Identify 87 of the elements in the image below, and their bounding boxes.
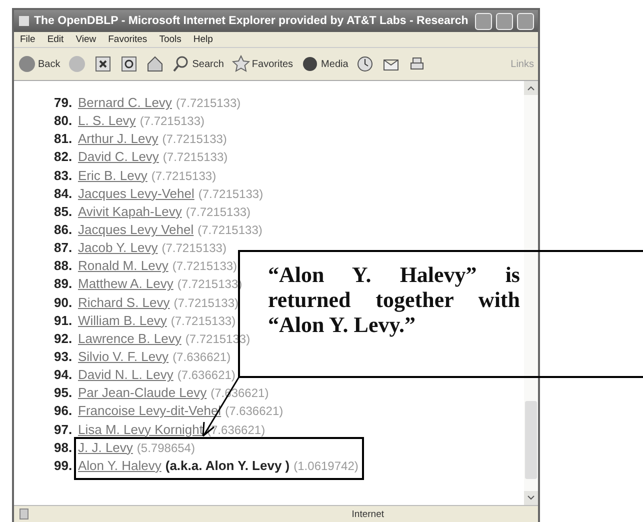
menu-item[interactable]: Favorites <box>108 34 148 45</box>
menu-item[interactable]: Edit <box>47 34 64 45</box>
score: (7.7215133) <box>162 241 226 256</box>
score: (5.798654) <box>136 440 195 455</box>
score: (7.636621) <box>177 368 236 382</box>
minimize-button[interactable] <box>475 12 492 30</box>
maximize-button[interactable] <box>496 12 513 30</box>
author-link[interactable]: Bernard C. Levy <box>78 95 172 110</box>
scroll-thumb[interactable] <box>525 401 537 479</box>
result-number: 93. <box>54 348 74 364</box>
toolbar-button[interactable]: Media <box>301 55 348 73</box>
links-button[interactable]: Links <box>510 58 534 70</box>
clock-icon[interactable] <box>356 55 374 73</box>
home-icon[interactable] <box>146 55 164 73</box>
result-number: 87. <box>54 240 74 256</box>
score: (1.0619742) <box>294 458 358 473</box>
result-number: 88. <box>54 258 74 274</box>
author-link[interactable]: Par Jean-Claude Levy <box>78 385 207 400</box>
page-icon <box>18 508 30 520</box>
result-number: 97. <box>54 422 74 437</box>
menu-item[interactable]: Tools <box>159 34 182 45</box>
menu-item[interactable]: Help <box>193 34 213 45</box>
author-link[interactable]: J. J. Levy <box>78 440 133 455</box>
search-icon <box>172 55 190 73</box>
result-number: 99. <box>54 458 74 473</box>
close-button[interactable] <box>517 12 534 30</box>
author-link[interactable]: Alon Y. Halevy <box>78 458 162 473</box>
star-icon <box>232 55 250 73</box>
score: (7.7215133) <box>198 186 264 201</box>
score: (7.7215133) <box>162 132 227 146</box>
toolbar-button[interactable]: Back <box>18 55 60 73</box>
result-number: 94. <box>54 367 74 382</box>
score: (7.636621) <box>172 350 231 364</box>
author-link[interactable]: Silvio V. F. Levy <box>78 348 169 364</box>
result-number: 81. <box>54 131 74 146</box>
result-number: 96. <box>54 403 74 418</box>
result-number: 89. <box>54 276 74 292</box>
author-link[interactable]: William B. Levy <box>78 312 167 328</box>
result-number: 90. <box>54 294 74 310</box>
author-link[interactable]: Jacob Y. Levy <box>78 240 158 256</box>
result-number: 91. <box>54 312 74 328</box>
toolbar-button[interactable]: Favorites <box>232 55 294 73</box>
page-icon <box>18 15 30 27</box>
result-number: 86. <box>54 222 74 237</box>
score: (7.7215133) <box>162 150 228 164</box>
result-number: 82. <box>54 149 74 164</box>
callout-text: “Alon Y. Halevy” is returned together with “Alon Y. Levy.” <box>268 262 520 337</box>
result-number: 83. <box>54 168 74 183</box>
author-link[interactable]: Ronald M. Levy <box>78 258 168 274</box>
result-number: 85. <box>54 204 74 219</box>
result-number: 98. <box>54 440 74 455</box>
scroll-up-icon[interactable] <box>524 81 538 95</box>
score: (7.7215133) <box>151 168 216 183</box>
author-link[interactable]: Richard S. Levy <box>78 294 170 310</box>
stop-icon[interactable] <box>94 55 112 73</box>
author-link[interactable]: David C. Levy <box>78 149 159 164</box>
author-link[interactable]: Jacques Levy-Vehel <box>78 186 194 201</box>
score: (7.7215133) <box>170 314 236 328</box>
security-zone: Internet <box>352 508 384 520</box>
result-number: 79. <box>54 95 74 110</box>
author-link[interactable]: Arthur J. Levy <box>78 131 158 146</box>
author-link[interactable]: David N. L. Levy <box>78 367 174 382</box>
author-link[interactable]: L. S. Levy <box>78 113 136 128</box>
score: (7.7215133) <box>174 296 238 310</box>
score: (7.7215133) <box>198 222 262 237</box>
score: (7.636621) <box>225 404 284 418</box>
author-link[interactable]: Eric B. Levy <box>78 168 148 183</box>
toolbar-button[interactable]: Search <box>172 55 224 73</box>
alias-note: (a.k.a. Alon Y. Levy ) <box>165 458 290 473</box>
result-number: 95. <box>54 385 74 400</box>
score: (7.7215133) <box>176 96 241 110</box>
window-title: The OpenDBLP - Microsoft Internet Explorer provided by AT&T Labs - Research <box>34 15 470 27</box>
refresh-icon[interactable] <box>120 55 138 73</box>
result-number: 80. <box>54 113 74 128</box>
author-link[interactable]: Avivit Kapah-Levy <box>78 204 182 219</box>
author-link[interactable]: Lawrence B. Levy <box>78 330 182 346</box>
score: (7.7215133) <box>186 204 251 219</box>
score: (7.7215133) <box>172 259 238 274</box>
menu-item[interactable]: File <box>20 34 36 45</box>
result-number: 92. <box>54 330 74 346</box>
score: (7.7215133) <box>140 114 205 128</box>
author-link[interactable]: Matthew A. Levy <box>78 276 174 292</box>
result-number: 84. <box>54 186 74 201</box>
author-link[interactable]: Jacques Levy Vehel <box>78 222 194 237</box>
scroll-down-icon[interactable] <box>524 491 538 505</box>
menu-item[interactable]: View <box>76 34 96 45</box>
author-link[interactable]: Lisa M. Levy Kornight <box>78 422 204 437</box>
